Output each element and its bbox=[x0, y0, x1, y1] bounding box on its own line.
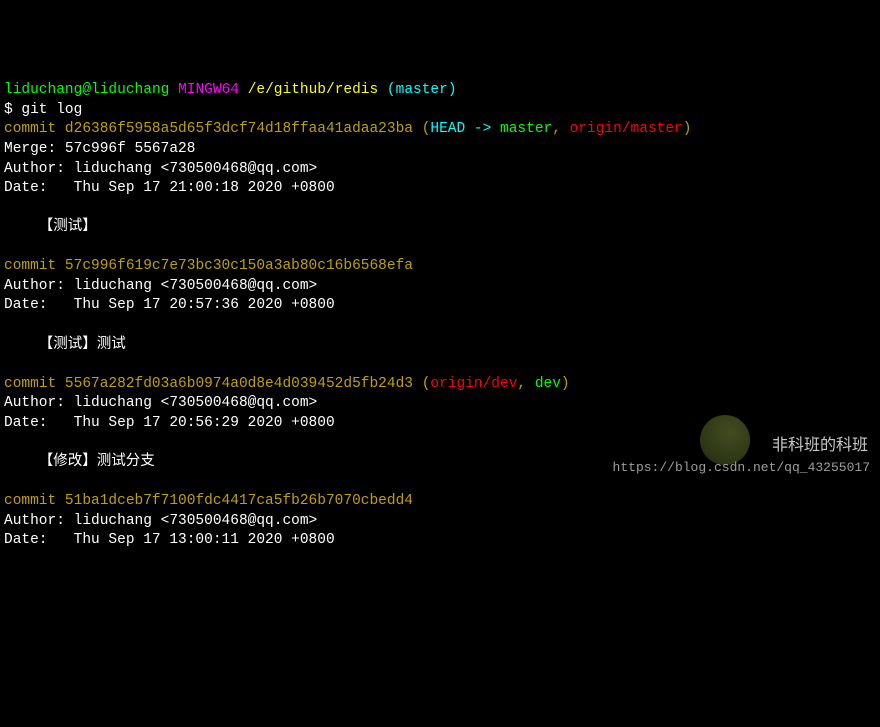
commit-line: commit 57c996f619c7e73bc30c150a3ab80c16b… bbox=[4, 258, 413, 274]
author-line: Author: liduchang <730500468@qq.com> bbox=[4, 513, 317, 529]
prompt-branch: (master) bbox=[387, 82, 457, 98]
author-line: Author: liduchang <730500468@qq.com> bbox=[4, 278, 317, 294]
prompt-shell: MINGW64 bbox=[178, 82, 239, 98]
refs-master: master bbox=[500, 121, 552, 137]
prompt-cwd: /e/github/redis bbox=[248, 82, 379, 98]
merge-line: Merge: 57c996f 5567a28 bbox=[4, 141, 195, 157]
refs-origin-dev: origin/dev bbox=[430, 376, 517, 392]
watermark-logo bbox=[700, 415, 750, 465]
commit-message: 【修改】测试分支 bbox=[4, 454, 155, 470]
command-line: $ git log bbox=[4, 102, 82, 118]
date-line: Date: Thu Sep 17 20:56:29 2020 +0800 bbox=[4, 415, 335, 431]
commit-line: commit 51ba1dceb7f7100fdc4417ca5fb26b707… bbox=[4, 493, 413, 509]
date-line: Date: Thu Sep 17 13:00:11 2020 +0800 bbox=[4, 532, 335, 548]
commit-line: commit 5567a282fd03a6b0974a0d8e4d039452d… bbox=[4, 376, 413, 392]
commit-line: commit d26386f5958a5d65f3dcf74d18ffaa41a… bbox=[4, 121, 413, 137]
author-line: Author: liduchang <730500468@qq.com> bbox=[4, 161, 317, 177]
date-line: Date: Thu Sep 17 20:57:36 2020 +0800 bbox=[4, 297, 335, 313]
watermark-url: https://blog.csdn.net/qq_43255017 bbox=[613, 459, 870, 477]
author-line: Author: liduchang <730500468@qq.com> bbox=[4, 395, 317, 411]
refs-head: HEAD -> bbox=[430, 121, 500, 137]
refs-dev: dev bbox=[535, 376, 561, 392]
date-line: Date: Thu Sep 17 21:00:18 2020 +0800 bbox=[4, 180, 335, 196]
watermark-text: 非科班的科班 bbox=[772, 435, 868, 457]
refs-origin-master: origin/master bbox=[570, 121, 683, 137]
commit-message: 【测试】 bbox=[4, 219, 97, 235]
terminal-output: liduchang@liduchang MINGW64 /e/github/re… bbox=[4, 81, 876, 551]
prompt-user: liduchang@liduchang bbox=[4, 82, 169, 98]
commit-message: 【测试】测试 bbox=[4, 337, 126, 353]
